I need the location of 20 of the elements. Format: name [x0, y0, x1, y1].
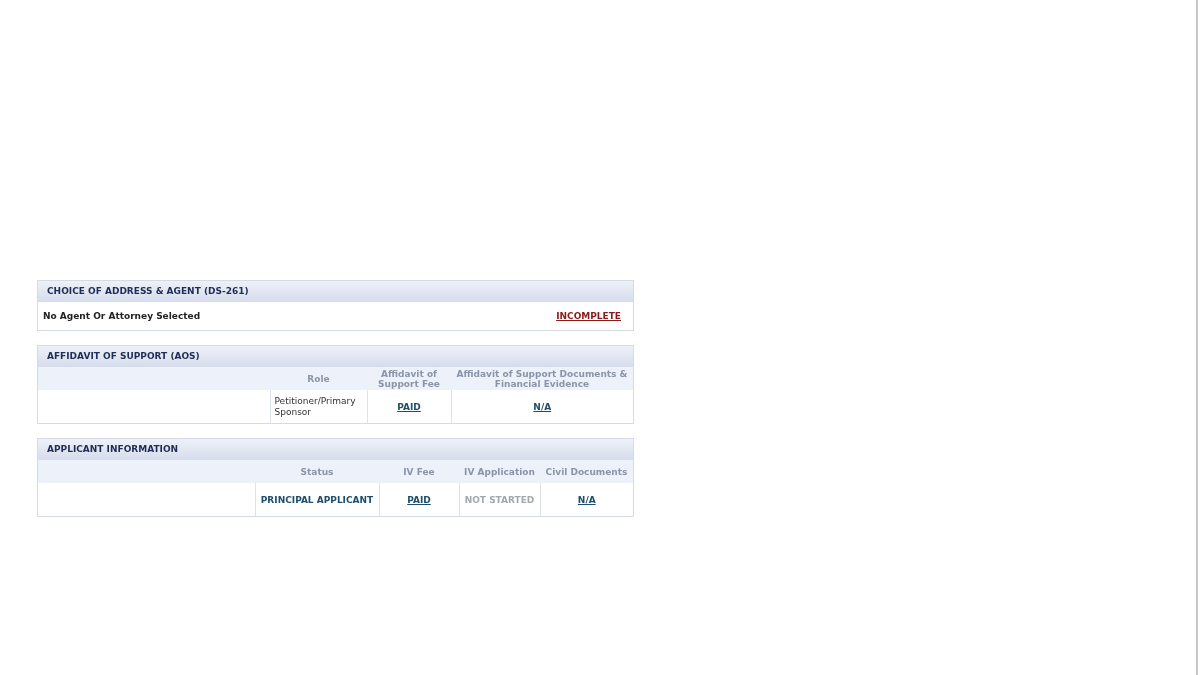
- status-link[interactable]: N/A: [577, 494, 596, 505]
- status-link[interactable]: PAID: [407, 494, 431, 505]
- status-text: NOT STARTED: [464, 494, 535, 505]
- summary-label: No Agent Or Attorney Selected: [43, 311, 201, 321]
- column-header: Role: [270, 367, 367, 390]
- status-link[interactable]: INCOMPLETE: [556, 311, 621, 321]
- role-text: Petitioner/Primary Sponsor: [274, 395, 357, 418]
- status-link[interactable]: PAID: [397, 401, 421, 412]
- column-header: Affidavit of Support Documents & Financial Evidence: [451, 367, 633, 390]
- section-header: CHOICE OF ADDRESS & AGENT (DS-261): [38, 281, 633, 302]
- column-header: Civil Documents: [540, 460, 633, 483]
- column-header: Affidavit of Support Fee: [367, 367, 451, 390]
- column-header: IV Fee: [379, 460, 459, 483]
- status-link[interactable]: N/A: [533, 401, 552, 412]
- section-header: AFFIDAVIT OF SUPPORT (AOS): [38, 346, 633, 367]
- section-header: APPLICANT INFORMATION: [38, 439, 633, 460]
- column-header: IV Application: [459, 460, 540, 483]
- status-text: PRINCIPAL APPLICANT: [260, 494, 374, 505]
- column-header: Status: [255, 460, 379, 483]
- scrollbar[interactable]: [1196, 0, 1198, 675]
